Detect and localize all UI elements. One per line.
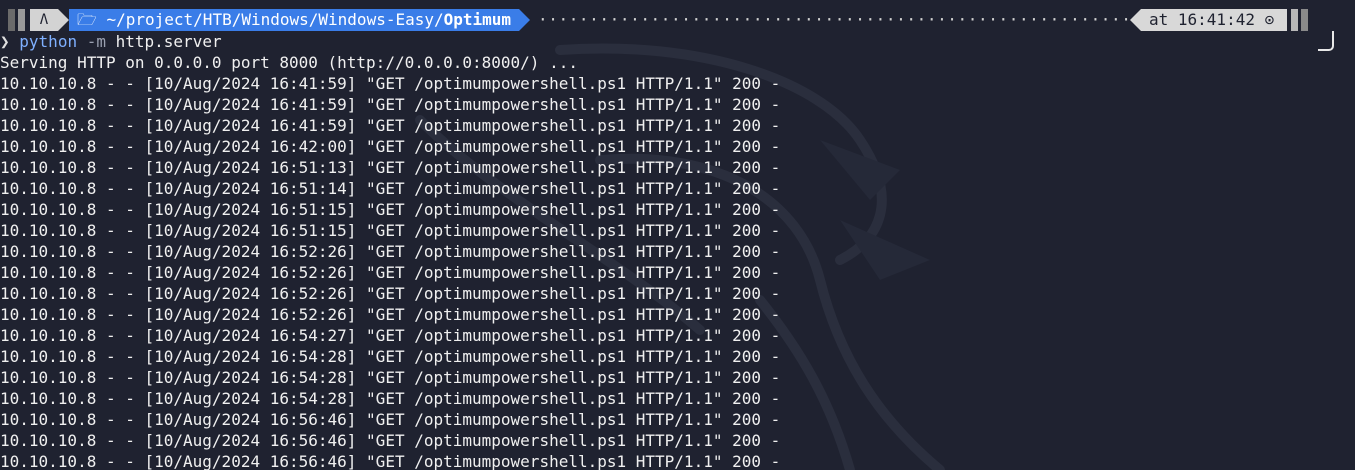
- left-separator-blocks: [8, 9, 28, 31]
- log-line: 10.10.10.8 - - [10/Aug/2024 16:41:59] "G…: [0, 74, 781, 93]
- serving-line: Serving HTTP on 0.0.0.0 port 8000 (http:…: [0, 53, 578, 72]
- log-line: 10.10.10.8 - - [10/Aug/2024 16:54:28] "G…: [0, 347, 781, 366]
- separator-block: [1301, 9, 1308, 31]
- log-line: 10.10.10.8 - - [10/Aug/2024 16:54:28] "G…: [0, 389, 781, 408]
- log-line: 10.10.10.8 - - [10/Aug/2024 16:52:26] "G…: [0, 263, 781, 282]
- right-separator-blocks: [1291, 9, 1311, 31]
- log-line: 10.10.10.8 - - [10/Aug/2024 16:54:28] "G…: [0, 368, 781, 387]
- log-line: 10.10.10.8 - - [10/Aug/2024 16:51:13] "G…: [0, 158, 781, 177]
- time-segment-arrow: [1130, 9, 1141, 31]
- separator-block: [8, 9, 15, 31]
- clock-icon: ⊙: [1264, 10, 1275, 29]
- prompt-chevron: ❯: [0, 32, 10, 51]
- separator-block: [18, 9, 25, 31]
- prompt-bar: Λ 🗁 ~/project/HTB/Windows/Windows-Easy/O…: [0, 9, 1355, 51]
- time-segment: at 16:41:42 ⊙: [1141, 9, 1287, 31]
- prompt-fill-dots: ········································…: [538, 10, 1130, 29]
- folder-icon: 🗁: [77, 10, 97, 29]
- log-line: 10.10.10.8 - - [10/Aug/2024 16:56:46] "G…: [0, 410, 781, 429]
- command-args: http.server: [115, 32, 222, 51]
- log-line: 10.10.10.8 - - [10/Aug/2024 16:56:46] "G…: [0, 452, 781, 470]
- path-segment-arrow: [519, 9, 530, 31]
- log-line: 10.10.10.8 - - [10/Aug/2024 16:52:26] "G…: [0, 305, 781, 324]
- log-line: 10.10.10.8 - - [10/Aug/2024 16:51:15] "G…: [0, 200, 781, 219]
- os-segment-arrow: [58, 9, 69, 31]
- time-label: at 16:41:42: [1149, 10, 1255, 29]
- log-line: 10.10.10.8 - - [10/Aug/2024 16:41:59] "G…: [0, 116, 781, 135]
- log-line: 10.10.10.8 - - [10/Aug/2024 16:51:15] "G…: [0, 221, 781, 240]
- os-segment: Λ: [30, 9, 58, 31]
- path-prefix: ~/project/HTB/Windows/Windows-Easy/: [96, 10, 444, 29]
- command-program: python: [19, 32, 78, 51]
- terminal-output[interactable]: ❯ python -m http.server Serving HTTP on …: [0, 31, 1355, 470]
- separator-block: [1291, 9, 1298, 31]
- log-line: 10.10.10.8 - - [10/Aug/2024 16:42:00] "G…: [0, 137, 781, 156]
- log-line: 10.10.10.8 - - [10/Aug/2024 16:52:26] "G…: [0, 284, 781, 303]
- path-segment: 🗁 ~/project/HTB/Windows/Windows-Easy/Opt…: [69, 9, 519, 31]
- log-line: 10.10.10.8 - - [10/Aug/2024 16:52:26] "G…: [0, 242, 781, 261]
- log-line: 10.10.10.8 - - [10/Aug/2024 16:51:14] "G…: [0, 179, 781, 198]
- os-icon: Λ: [39, 12, 49, 28]
- path-current-dir: Optimum: [443, 10, 512, 29]
- log-line: 10.10.10.8 - - [10/Aug/2024 16:56:46] "G…: [0, 431, 781, 450]
- log-line: 10.10.10.8 - - [10/Aug/2024 16:41:59] "G…: [0, 95, 781, 114]
- command-flag: -m: [86, 32, 106, 51]
- log-line: 10.10.10.8 - - [10/Aug/2024 16:54:27] "G…: [0, 326, 781, 345]
- command-line: ❯ python -m http.server: [0, 31, 1355, 52]
